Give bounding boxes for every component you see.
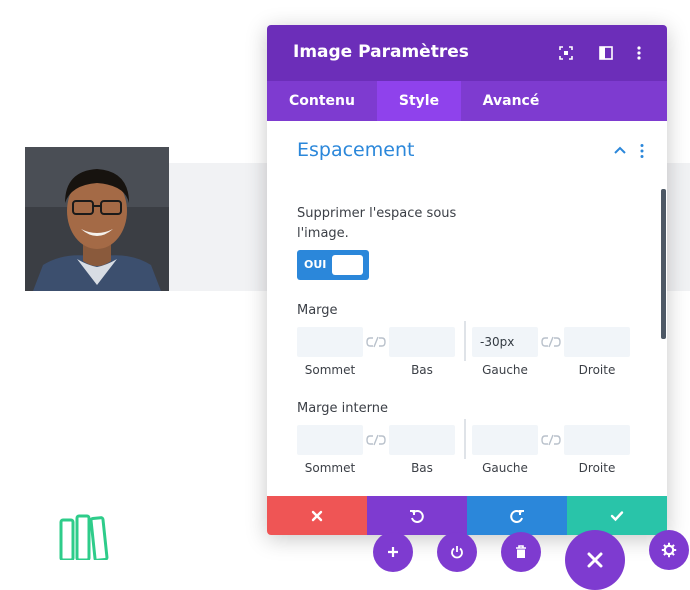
- undo-button[interactable]: [367, 496, 467, 535]
- margin-bottom-input[interactable]: [389, 327, 455, 357]
- plus-icon: [388, 547, 398, 557]
- link-top-bottom-icon[interactable]: [366, 336, 386, 348]
- delete-button[interactable]: [501, 532, 541, 572]
- margin-top-input[interactable]: [297, 327, 363, 357]
- remove-space-label-line1: Supprimer l'espace sous: [297, 206, 457, 221]
- cancel-button[interactable]: [267, 496, 367, 535]
- check-icon: [610, 510, 624, 521]
- power-icon: [451, 546, 463, 559]
- redo-icon: [510, 509, 524, 523]
- padding-bottom-input[interactable]: [389, 425, 455, 455]
- panel-scrollbar[interactable]: [661, 189, 666, 339]
- panel-content: Espacement Supprimer l'espace sous l'ima…: [267, 121, 667, 481]
- panel-header: Image Paramètres: [267, 25, 667, 81]
- margin-divider: [464, 321, 466, 361]
- margin-left-input[interactable]: [472, 327, 538, 357]
- exit-builder-button[interactable]: [565, 530, 625, 590]
- trash-icon: [516, 545, 526, 558]
- padding-left-label: Gauche: [482, 461, 528, 475]
- undo-icon: [410, 509, 424, 523]
- image-settings-panel: Image Paramètres Contenu Style Avancé Es…: [267, 25, 667, 535]
- padding-divider: [464, 419, 466, 459]
- tab-bar: Contenu Style Avancé: [267, 81, 667, 121]
- margin-left-label: Gauche: [482, 363, 528, 377]
- margin-right-label: Droite: [578, 363, 616, 377]
- padding-bottom-label: Bas: [411, 461, 433, 475]
- tab-avance[interactable]: Avancé: [461, 81, 561, 121]
- add-module-button[interactable]: [373, 532, 413, 572]
- toggle-label: OUI: [304, 258, 327, 271]
- gear-icon: [661, 542, 677, 558]
- settings-button[interactable]: [649, 530, 689, 570]
- padding-link-top-bottom-icon[interactable]: [366, 434, 386, 446]
- padding-label: Marge interne: [297, 401, 388, 416]
- redo-button[interactable]: [467, 496, 567, 535]
- margin-right-input[interactable]: [564, 327, 630, 357]
- remove-space-label-line2: l'image.: [297, 226, 349, 241]
- padding-link-left-right-icon[interactable]: [541, 434, 561, 446]
- margin-top-label: Sommet: [304, 363, 356, 377]
- more-vertical-icon[interactable]: [630, 44, 648, 62]
- panel-title: Image Paramètres: [293, 42, 469, 62]
- padding-right-input[interactable]: [564, 425, 630, 455]
- section-more-icon[interactable]: [639, 143, 645, 159]
- margin-bottom-label: Bas: [411, 363, 433, 377]
- padding-left-input[interactable]: [472, 425, 538, 455]
- padding-top-label: Sommet: [304, 461, 356, 475]
- chevron-up-icon[interactable]: [613, 145, 627, 155]
- link-left-right-icon[interactable]: [541, 336, 561, 348]
- profile-photo: [25, 147, 169, 291]
- section-title[interactable]: Espacement: [297, 139, 414, 161]
- toggle-knob: [332, 255, 363, 275]
- padding-top-input[interactable]: [297, 425, 363, 455]
- save-button[interactable]: [567, 496, 667, 535]
- tab-contenu[interactable]: Contenu: [267, 81, 377, 121]
- padding-right-label: Droite: [578, 461, 616, 475]
- remove-space-toggle[interactable]: OUI: [297, 250, 369, 280]
- books-icon: [59, 514, 109, 560]
- power-button[interactable]: [437, 532, 477, 572]
- margin-label: Marge: [297, 303, 338, 318]
- tab-style[interactable]: Style: [377, 81, 461, 121]
- close-icon: [311, 510, 323, 521]
- panel-footer: [267, 496, 667, 535]
- split-view-icon[interactable]: [597, 44, 615, 62]
- close-icon: [587, 552, 603, 568]
- focus-icon[interactable]: [557, 44, 575, 62]
- portrait-image: [25, 147, 169, 291]
